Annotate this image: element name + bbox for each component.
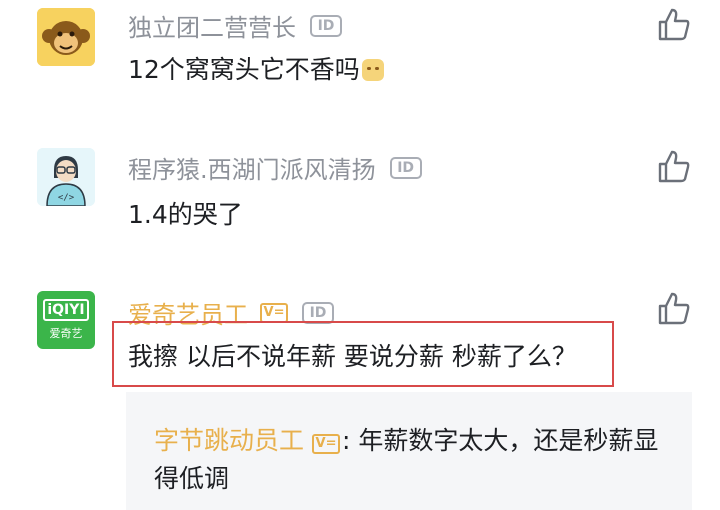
avatar-caption: 爱奇艺 (49, 327, 83, 340)
reply-username[interactable]: 字节跳动员工 (154, 426, 304, 455)
comment-text: 1.4的哭了 (128, 200, 243, 229)
comment-text: 12个窝窝头它不香吗 (128, 50, 384, 86)
username[interactable]: 独立团二营营长 ID (128, 8, 342, 43)
comment-text-content: 12个窝窝头它不香吗 (128, 55, 360, 84)
highlight-box (112, 321, 614, 387)
id-badge: ID (389, 156, 422, 179)
thumbs-up-icon[interactable] (656, 290, 692, 326)
verified-badge: V= (260, 302, 288, 323)
user-avatar[interactable]: </> (37, 148, 95, 206)
svg-text:</>: </> (58, 193, 75, 203)
thumbs-up-icon[interactable] (656, 6, 692, 42)
comment-item: 独立团二营营长 ID 12个窝窝头它不香吗 (0, 0, 720, 120)
reply-text: 字节跳动员工 V=: 年薪数字太大，还是秒薪显得低调 (154, 422, 674, 498)
username-text[interactable]: 独立团二营营长 (128, 8, 296, 43)
iqiyi-logo-icon: iQIYI (43, 299, 89, 321)
reply-box[interactable]: 字节跳动员工 V=: 年薪数字太大，还是秒薪显得低调 (126, 392, 692, 510)
user-avatar[interactable] (37, 8, 95, 66)
smiling-face-emoji-icon (361, 59, 384, 81)
username[interactable]: 程序猿.西湖门派风清扬 ID (128, 150, 422, 185)
user-avatar[interactable]: iQIYI 爱奇艺 (37, 291, 95, 349)
username-text[interactable]: 程序猿.西湖门派风清扬 (128, 150, 376, 185)
programmer-avatar-icon: </> (37, 148, 95, 206)
verified-badge: V= (312, 434, 341, 454)
id-badge: ID (310, 14, 342, 37)
comment-item: </> 程序猿.西湖门派风清扬 ID 1.4的哭了 (0, 140, 720, 270)
monkey-avatar-icon (37, 8, 95, 66)
thumbs-up-icon[interactable] (656, 148, 692, 184)
